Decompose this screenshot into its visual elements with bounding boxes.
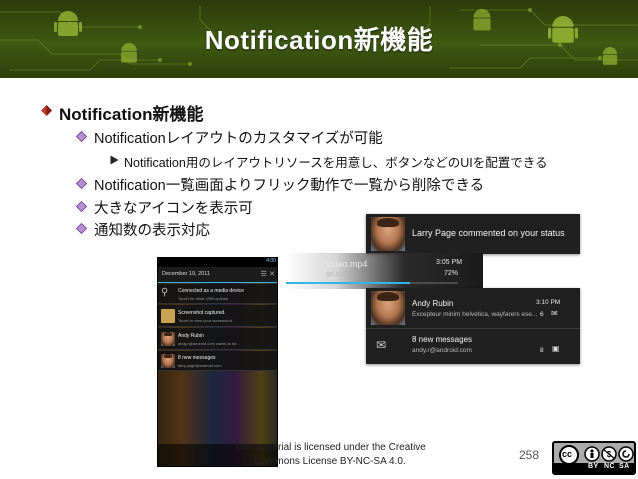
avatar [161, 332, 175, 346]
clear-all-icon[interactable]: ☰ ✕ [261, 270, 275, 278]
phone-notification-title: 8 new messages [178, 355, 216, 361]
message-icon: ✉ [551, 309, 558, 318]
phone-notification[interactable]: 8 new messages larry.page@android.com [158, 351, 277, 371]
notification-title: 8 new messages [412, 335, 473, 344]
bullet-level2: 大きなアイコンを表示可 [94, 201, 253, 217]
status-clock: 4:00 [266, 258, 276, 264]
notification-time: 3:05 PM [436, 259, 463, 266]
avatar [161, 354, 175, 368]
phone-notification-subtitle: Touch for other USB options [178, 296, 229, 301]
download-progress-bar [286, 282, 458, 284]
cc-logo-text: cc [562, 449, 573, 459]
notification-count: 6 [540, 311, 544, 318]
phone-notification-subtitle: andy.r@android.com wants to be... [178, 341, 240, 346]
bullet-level2: Notification一覧画面よりフリック動作で一覧から削除できる [94, 178, 485, 194]
big-notification-andy[interactable]: Andy Rubin Excepteur minim helvetica, wa… [366, 288, 580, 364]
page-number: 258 [519, 448, 540, 462]
status-bar: 4:00 [158, 258, 277, 267]
notification-time: 3:10 PM [536, 299, 561, 306]
download-percent: 72% [444, 270, 459, 277]
shade-date: December 19, 2011 [162, 271, 210, 277]
license-nc: NC [604, 463, 616, 470]
notification-title: Andy Rubin [412, 299, 454, 308]
notification-subtitle: andy.r@android.com [412, 347, 472, 354]
phone-notification[interactable]: Andy Rubin andy.r@android.com wants to b… [158, 328, 277, 350]
triangle-bullet-icon [110, 155, 119, 165]
diamond-bullet-icon [76, 201, 87, 212]
phone-notification[interactable]: Screenshot captured. Touch to view your … [158, 305, 277, 327]
license-strip: BY NC SA [554, 463, 634, 473]
bullet-level1: Notification新機能 [59, 105, 204, 124]
bullet-level2: 通知数の表示対応 [94, 223, 210, 239]
license-text: This material is licensed under the Crea… [234, 442, 426, 467]
avatar [371, 291, 405, 325]
avatar [371, 217, 405, 251]
phone-notification-shade: 4:00 December 19, 2011 ☰ ✕ ⚲ Connected a… [157, 257, 278, 467]
notification-title: video.mp4 [326, 259, 368, 269]
screenshot-thumbnail [161, 309, 175, 323]
license-by: BY [588, 463, 599, 470]
big-notification-video[interactable]: video.mp4 ge.com 3:05 PM 72% [286, 253, 483, 289]
phone-notification-subtitle: Touch to view your screenshot. [178, 318, 233, 323]
notification-subtitle: ge.com [326, 271, 349, 278]
shade-date-row: December 19, 2011 ☰ ✕ [158, 267, 277, 283]
phone-notification-title: Screenshot captured. [178, 310, 226, 316]
bullet-level2: Notificationレイアウトのカスタマイズが可能 [94, 131, 383, 147]
usb-icon: ⚲ [161, 287, 169, 298]
license-sa: SA [619, 463, 630, 470]
phone-notification[interactable]: ⚲ Connected as a media device Touch for … [158, 284, 277, 304]
license-terms-icons: $ [584, 446, 634, 462]
image-icon: ▣ [552, 344, 560, 353]
phone-notification-subtitle: larry.page@android.com [178, 363, 222, 368]
diamond-bullet-icon [76, 178, 87, 189]
notification-title: Larry Page commented on your status [412, 228, 565, 238]
arrow-bullet-icon [41, 105, 52, 116]
big-notification-larry[interactable]: Larry Page commented on your status [366, 214, 580, 254]
diamond-bullet-icon [76, 223, 87, 234]
notification-subtitle: Excepteur minim helvetica, wayfarers ese… [412, 311, 538, 318]
cc-license-badge: cc $ BY NC SA [552, 441, 636, 475]
diamond-bullet-icon [76, 131, 87, 142]
phone-notification-title: Andy Rubin [178, 333, 204, 339]
notification-count: 8 [540, 347, 544, 354]
bullet-level3: Notification用のレイアウトリソースを用意し、ボタンなどのUIを配置で… [124, 156, 548, 170]
phone-notification-title: Connected as a media device [178, 288, 244, 294]
divider [366, 328, 580, 329]
gmail-icon: ✉ [376, 338, 387, 352]
